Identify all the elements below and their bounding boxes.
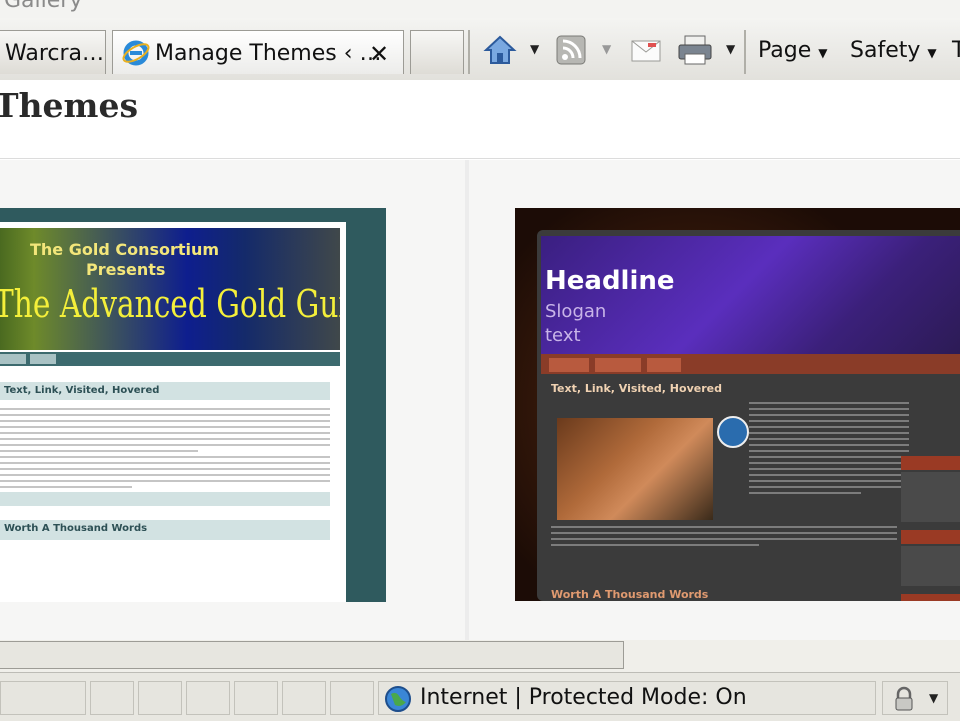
- window-titlebar: Gallery: [0, 0, 960, 18]
- banner-line2: Presents: [86, 260, 166, 279]
- home-icon[interactable]: [482, 32, 518, 68]
- safety-menu-label: Safety: [850, 38, 921, 63]
- preview-sidebar: [901, 380, 960, 601]
- preview-headline: Headline: [545, 266, 675, 296]
- tools-menu[interactable]: T: [952, 38, 960, 63]
- print-dropdown-icon[interactable]: ▼: [726, 42, 735, 56]
- preview-post-title: Text, Link, Visited, Hovered: [0, 382, 330, 400]
- home-dropdown-icon[interactable]: ▼: [530, 42, 539, 56]
- tab-warcraft[interactable]: Warcra…: [0, 30, 106, 74]
- chevron-down-icon: ▼: [929, 691, 939, 705]
- read-mail-icon[interactable]: [628, 32, 664, 68]
- safety-menu[interactable]: Safety ▼: [850, 38, 937, 63]
- status-bar: Internet | Protected Mode: On ▼: [0, 672, 960, 721]
- preview-banner: The Gold Consortium Presents The Advance…: [0, 228, 340, 350]
- preview-page: The Gold Consortium Presents The Advance…: [0, 222, 346, 602]
- status-cell: [138, 681, 182, 715]
- toolbar-divider: [468, 30, 470, 74]
- status-cell: [234, 681, 278, 715]
- ie-icon: [122, 40, 150, 66]
- preview-text-lines: [0, 404, 330, 452]
- tab-label: Manage Themes ‹ …: [155, 41, 382, 66]
- tab-label: Warcra…: [5, 41, 105, 66]
- banner-line1: The Gold Consortium: [30, 240, 220, 259]
- panel-divider: [465, 160, 469, 716]
- wordpress-logo-icon: [717, 416, 749, 448]
- page-menu[interactable]: Page ▼: [758, 38, 828, 63]
- status-cell: [330, 681, 374, 715]
- second-post-text: Worth A Thousand Words: [4, 523, 148, 534]
- preview-text-lines: [749, 398, 909, 494]
- preview-text-lines: [551, 522, 897, 546]
- title-divider: [0, 158, 960, 159]
- chevron-down-icon: ▼: [927, 46, 937, 60]
- page-title: Themes: [0, 86, 139, 125]
- close-tab-icon[interactable]: ✕: [369, 40, 389, 68]
- browser-toolbar: Warcra… Manage Themes ‹ … ✕ ▼ ▼ ▼ Page ▼…: [0, 18, 960, 81]
- preview-text-lines: [0, 452, 330, 488]
- preview-nav: [541, 354, 960, 374]
- status-cell: [282, 681, 326, 715]
- feeds-icon[interactable]: [554, 32, 588, 68]
- toolbar-divider: [744, 30, 746, 74]
- chevron-down-icon: ▼: [818, 46, 828, 60]
- preview-second-post: Worth A Thousand Words: [0, 520, 330, 540]
- print-icon[interactable]: [676, 32, 714, 68]
- theme-preview-gold-guide[interactable]: The Gold Consortium Presents The Advance…: [0, 208, 386, 602]
- preview-nav: [0, 352, 340, 366]
- new-tab-button[interactable]: [410, 30, 464, 74]
- preview-second-post: Worth A Thousand Words: [551, 588, 709, 601]
- scrollbar-thumb[interactable]: [0, 641, 624, 669]
- page-content: Themes The Gold Consortium Presents The …: [0, 80, 960, 716]
- globe-icon: [385, 686, 411, 712]
- preview-header: Headline Slogan text: [541, 236, 960, 354]
- preview-post-meta: [0, 492, 330, 506]
- preview-photo: [557, 418, 713, 520]
- preview-page: Headline Slogan text Text, Link, Visited…: [537, 230, 960, 601]
- post-title-text: Text, Link, Visited, Hovered: [4, 385, 160, 396]
- lock-icon: [895, 686, 913, 711]
- banner-title: The Advanced Gold Guide: [0, 282, 340, 326]
- preview-post-title: Text, Link, Visited, Hovered: [551, 382, 722, 395]
- zone-status-text: Internet | Protected Mode: On: [420, 685, 747, 710]
- status-cell: [90, 681, 134, 715]
- preview-slogan: Slogan text: [545, 301, 607, 346]
- feeds-dropdown-icon[interactable]: ▼: [602, 42, 611, 56]
- horizontal-scrollbar[interactable]: [0, 640, 960, 672]
- protected-mode-cell[interactable]: ▼: [882, 681, 948, 715]
- status-cell: [186, 681, 230, 715]
- status-cell: [0, 681, 86, 715]
- window-title: Gallery: [4, 0, 83, 13]
- theme-preview-headline[interactable]: Headline Slogan text Text, Link, Visited…: [515, 208, 960, 601]
- page-menu-label: Page: [758, 38, 812, 63]
- tab-manage-themes[interactable]: Manage Themes ‹ … ✕: [112, 30, 404, 74]
